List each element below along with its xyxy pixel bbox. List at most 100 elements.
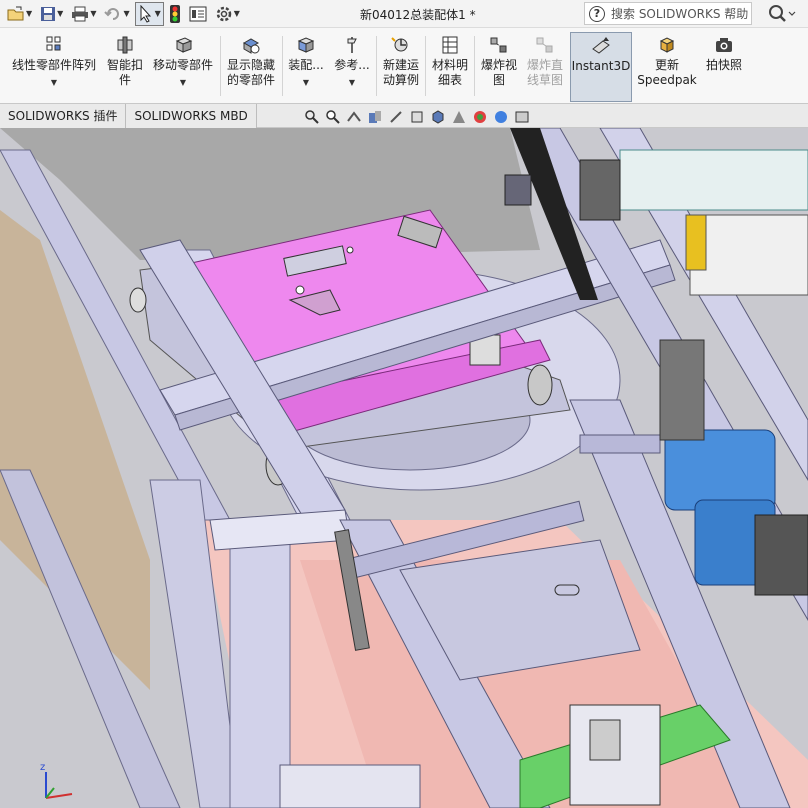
save-button[interactable]: ▼ (37, 2, 66, 26)
undo-caret-icon[interactable]: ▼ (123, 9, 129, 18)
smart-fastener-label: 智能扣 件 (106, 58, 143, 87)
smart-fastener-button[interactable]: 智能扣 件 (102, 28, 148, 102)
bill-of-materials-button[interactable]: 材料明 细表 (427, 28, 473, 102)
zoom-to-area-button[interactable] (323, 107, 343, 127)
assembly-features-icon (297, 37, 315, 53)
zoom-area-icon (326, 110, 340, 124)
ribbon-separator (425, 36, 426, 96)
instant3d-button[interactable]: Instant3D (570, 32, 632, 102)
section-view-icon (369, 111, 381, 123)
move-component-icon (175, 37, 193, 53)
view-settings-icon (515, 111, 529, 123)
help-question-icon: ? (589, 5, 605, 22)
display-style-button[interactable] (428, 107, 448, 127)
show-hidden-components-button[interactable]: 显示隐藏 的零部件 (222, 28, 280, 102)
search-icon (769, 4, 796, 22)
print-caret-icon[interactable]: ▼ (90, 9, 96, 18)
help-search-input[interactable]: 搜索 SOLIDWORKS 帮助 (611, 5, 748, 22)
ribbon-separator (220, 36, 221, 96)
bill-of-materials-icon (442, 36, 458, 54)
assembly-model-render (0, 128, 808, 808)
instant3d-label: Instant3D (571, 59, 631, 73)
reference-geometry-label: 参考... (334, 58, 370, 72)
document-title: 新04012总装配体1 * (360, 8, 476, 22)
linear-pattern-button[interactable]: 线性零部件阵列 ▼ (6, 28, 102, 102)
edit-appearance-button[interactable] (470, 107, 490, 127)
take-snapshot-icon (716, 38, 732, 52)
display-style-icon (432, 110, 444, 124)
explode-line-sketch-label: 爆炸直 线草图 (526, 58, 563, 87)
undo-button[interactable]: ▼ (101, 2, 132, 26)
print-button[interactable]: ▼ (68, 2, 99, 26)
title-bar: ▼ ▼ ▼ ▼ ▼ ▼ 新04012总装配体1 * ? 搜索 SOLIDWORK… (0, 0, 808, 28)
reference-geometry-button[interactable]: 参考... ▼ (330, 28, 374, 102)
update-speedpak-icon (659, 37, 675, 53)
select-icon (140, 4, 151, 23)
apply-scene-button[interactable] (491, 107, 511, 127)
triad-z-label: z (40, 762, 45, 773)
command-manager-ribbon: 线性零部件阵列 ▼ 智能扣 件 移动零部件 ▼ 显示隐藏 的零部件 装配... … (0, 28, 808, 104)
dynamic-annotation-button[interactable] (386, 107, 406, 127)
annotation-icon (390, 111, 402, 123)
new-motion-study-icon (391, 37, 408, 52)
quick-access-toolbar: ▼ ▼ ▼ ▼ ▼ ▼ (0, 0, 245, 28)
orientation-triad: z (34, 758, 84, 806)
explode-line-sketch-button[interactable]: 爆炸直 线草图 (522, 28, 568, 102)
take-snapshot-button[interactable]: 拍快照 (700, 28, 748, 102)
new-motion-study-label: 新建运 动算例 (382, 58, 419, 87)
move-component-label: 移动零部件 (152, 58, 213, 72)
smart-fastener-icon (117, 36, 133, 54)
section-view-button[interactable] (365, 107, 385, 127)
show-hidden-icon (242, 38, 260, 54)
triad-axes-icon: z (40, 762, 73, 799)
options-gear-icon (216, 6, 232, 21)
scene-icon (495, 111, 507, 123)
linear-pattern-caret-icon[interactable]: ▼ (51, 75, 57, 90)
select-caret-icon[interactable]: ▼ (155, 9, 161, 18)
assembly-features-button[interactable]: 装配... ▼ (284, 28, 328, 102)
rebuild-button[interactable] (166, 2, 184, 26)
graphics-viewport[interactable] (0, 128, 808, 808)
options-caret-icon[interactable]: ▼ (234, 9, 240, 18)
traffic-light-icon (169, 4, 180, 23)
heads-up-view-toolbar (302, 106, 533, 128)
view-orientation-button[interactable] (407, 107, 427, 127)
zoom-to-fit-button[interactable] (302, 107, 322, 127)
help-search-box[interactable]: ? 搜索 SOLIDWORKS 帮助 (584, 2, 752, 25)
move-component-button[interactable]: 移动零部件 ▼ (150, 28, 216, 102)
tab-solidworks-addins[interactable]: SOLIDWORKS 插件 (0, 104, 127, 128)
solidworks-window: ▼ ▼ ▼ ▼ ▼ ▼ 新04012总装配体1 * ? 搜索 SOLIDWORK… (0, 0, 808, 808)
ribbon-separator (282, 36, 283, 96)
open-button[interactable]: ▼ (4, 2, 35, 26)
print-icon (72, 6, 89, 21)
zoom-to-fit-icon (305, 110, 319, 124)
hide-show-items-button[interactable] (449, 107, 469, 127)
show-hidden-label: 显示隐藏 的零部件 (226, 58, 275, 87)
move-component-caret-icon[interactable]: ▼ (180, 75, 186, 90)
appearance-ball-icon (474, 111, 486, 123)
exploded-view-icon (490, 37, 507, 53)
reference-geometry-caret-icon[interactable]: ▼ (349, 75, 355, 90)
reference-geometry-icon (347, 37, 357, 53)
bill-of-materials-label: 材料明 细表 (431, 58, 468, 87)
view-settings-button[interactable] (512, 107, 532, 127)
select-button[interactable]: ▼ (134, 1, 164, 26)
search-button[interactable] (762, 2, 802, 25)
update-speedpak-label: 更新 Speedpak (637, 58, 697, 87)
take-snapshot-label: 拍快照 (705, 58, 742, 72)
tab-solidworks-mbd[interactable]: SOLIDWORKS MBD (126, 104, 257, 128)
save-caret-icon[interactable]: ▼ (57, 9, 63, 18)
exploded-view-button[interactable]: 爆炸视 图 (476, 28, 522, 102)
update-speedpak-button[interactable]: 更新 Speedpak (636, 28, 698, 102)
assembly-features-label: 装配... (288, 58, 324, 72)
assembly-features-caret-icon[interactable]: ▼ (303, 75, 309, 90)
new-motion-study-button[interactable]: 新建运 动算例 (378, 28, 424, 102)
linear-pattern-label: 线性零部件阵列 (11, 58, 96, 72)
previous-view-icon (347, 111, 361, 122)
options-button[interactable]: ▼ (212, 2, 243, 26)
file-properties-button[interactable] (186, 2, 210, 26)
open-caret-icon[interactable]: ▼ (26, 9, 32, 18)
view-orientation-icon (411, 111, 423, 123)
save-icon (41, 6, 56, 21)
previous-view-button[interactable] (344, 107, 364, 127)
